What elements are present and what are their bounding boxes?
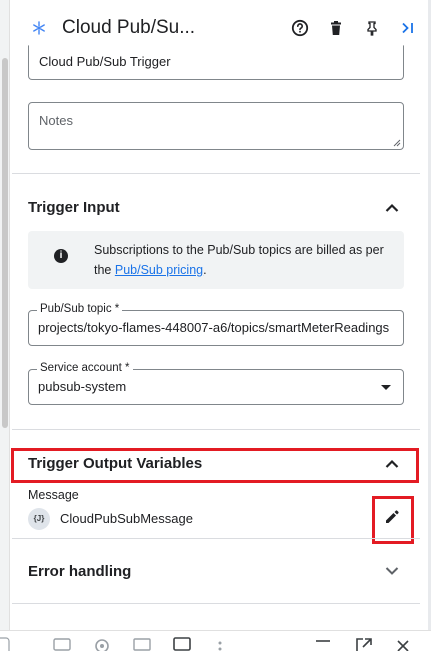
chevron-up-icon bbox=[385, 459, 399, 468]
dropdown-arrow-icon bbox=[381, 385, 391, 390]
trigger-input-collapse-button[interactable] bbox=[380, 196, 404, 220]
more-vert-icon[interactable] bbox=[216, 637, 224, 651]
help-button[interactable] bbox=[282, 10, 318, 46]
service-account-select[interactable]: Service account * pubsub-system bbox=[28, 362, 404, 405]
edit-variable-button[interactable] bbox=[377, 502, 407, 532]
info-icon: i bbox=[54, 249, 68, 263]
error-handling-expand-button[interactable] bbox=[380, 559, 404, 583]
billing-info-text: Subscriptions to the Pub/Sub topics are … bbox=[94, 240, 394, 280]
settings-icon[interactable] bbox=[93, 637, 111, 651]
section-divider bbox=[12, 538, 420, 539]
pin-icon bbox=[367, 21, 377, 36]
collapse-panel-button[interactable] bbox=[390, 10, 426, 46]
keyboard-icon[interactable] bbox=[53, 637, 71, 651]
trigger-input-title: Trigger Input bbox=[28, 199, 120, 216]
close-icon[interactable] bbox=[396, 637, 410, 651]
notes-field[interactable]: Notes bbox=[28, 102, 404, 150]
left-scrollbar[interactable] bbox=[0, 0, 10, 651]
message-label: Message bbox=[28, 488, 79, 502]
image-icon[interactable] bbox=[133, 637, 151, 651]
trigger-output-collapse-button[interactable] bbox=[380, 452, 404, 476]
pin-button[interactable] bbox=[354, 10, 390, 46]
trigger-output-title: Trigger Output Variables bbox=[28, 455, 203, 472]
help-icon bbox=[291, 19, 309, 37]
toolbar-edge-icon bbox=[0, 637, 10, 651]
notes-placeholder: Notes bbox=[39, 113, 73, 128]
service-account-value: pubsub-system bbox=[38, 379, 127, 394]
trigger-name-field[interactable]: Cloud Pub/Sub Trigger bbox=[28, 45, 404, 80]
pubsub-pricing-link[interactable]: Pub/Sub pricing bbox=[115, 263, 203, 277]
square-icon[interactable] bbox=[173, 637, 191, 651]
chevron-up-icon bbox=[385, 203, 399, 212]
pubsub-topic-field[interactable]: Pub/Sub topic * projects/tokyo-flames-44… bbox=[28, 303, 404, 346]
resize-grip-icon[interactable] bbox=[393, 139, 401, 147]
edit-pencil-icon bbox=[386, 510, 399, 523]
message-variable-name: CloudPubSubMessage bbox=[60, 511, 193, 526]
panel-title: Cloud Pub/Su... bbox=[62, 17, 196, 38]
section-divider bbox=[12, 429, 420, 430]
service-account-label: Service account * bbox=[37, 362, 133, 374]
open-external-icon[interactable] bbox=[355, 637, 373, 651]
billing-info-suffix: . bbox=[203, 263, 207, 277]
trigger-name-value: Cloud Pub/Sub Trigger bbox=[39, 54, 171, 69]
billing-info-box: i Subscriptions to the Pub/Sub topics ar… bbox=[28, 231, 404, 289]
pubsub-topic-label: Pub/Sub topic * bbox=[37, 303, 123, 315]
section-divider bbox=[12, 173, 420, 174]
left-scrollbar-thumb[interactable] bbox=[2, 58, 8, 428]
json-type-icon: {J} bbox=[28, 508, 50, 530]
delete-icon bbox=[331, 21, 341, 35]
pubsub-topic-value: projects/tokyo-flames-448007-a6/topics/s… bbox=[38, 320, 390, 335]
minimize-icon[interactable] bbox=[314, 637, 332, 651]
bottom-toolbar bbox=[0, 630, 431, 651]
section-divider bbox=[12, 603, 420, 604]
chevron-down-icon bbox=[385, 567, 399, 575]
collapse-panel-icon bbox=[402, 22, 413, 34]
pubsub-icon bbox=[28, 17, 50, 39]
delete-button[interactable] bbox=[318, 10, 354, 46]
error-handling-title: Error handling bbox=[28, 563, 132, 580]
